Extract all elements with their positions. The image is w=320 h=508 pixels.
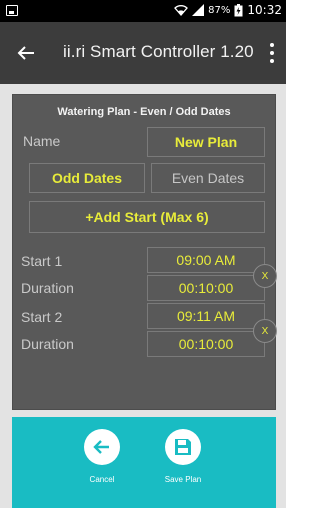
duration-1-field[interactable]: 00:10:00: [147, 275, 265, 301]
start-2-time-field[interactable]: 09:11 AM: [147, 303, 265, 329]
clock: 10:32: [247, 3, 282, 17]
name-label: Name: [23, 133, 61, 149]
duration-2-field[interactable]: 00:10:00: [147, 331, 265, 357]
app-bar: ii.ri Smart Controller 1.20: [0, 22, 286, 84]
content-frame: Watering Plan - Even / Odd Dates Name Ne…: [0, 84, 286, 508]
cancel-label: Cancel: [89, 475, 115, 484]
wifi-icon: [174, 5, 189, 16]
save-plan-label: Save Plan: [164, 475, 202, 484]
start-1-label: Start 1: [21, 253, 63, 269]
action-bar: Cancel Save Plan: [12, 417, 276, 508]
notification-image-icon: [6, 5, 18, 16]
plan-name-field[interactable]: New Plan: [147, 127, 265, 157]
signal-icon: [192, 4, 205, 16]
back-arrow-icon[interactable]: [16, 43, 36, 63]
cancel-circle[interactable]: [84, 429, 120, 465]
remove-start-1-button[interactable]: X: [253, 264, 277, 288]
status-bar: 87% 10:32: [0, 0, 286, 22]
remove-start-2-button[interactable]: X: [253, 319, 277, 343]
back-arrow-icon: [93, 440, 109, 454]
app-title: ii.ri Smart Controller 1.20: [63, 42, 254, 61]
start-2-label: Start 2: [21, 309, 63, 325]
duration-2-label: Duration: [21, 336, 74, 352]
start-1-time-field[interactable]: 09:00 AM: [147, 247, 265, 273]
odd-dates-button[interactable]: Odd Dates: [29, 163, 145, 193]
status-indicators: 87% 10:32: [174, 3, 282, 17]
add-start-button[interactable]: +Add Start (Max 6): [29, 201, 265, 233]
save-circle[interactable]: [165, 429, 201, 465]
duration-1-label: Duration: [21, 280, 74, 296]
even-dates-button[interactable]: Even Dates: [151, 163, 265, 193]
battery-percent: 87%: [208, 4, 231, 16]
watering-plan-panel: Watering Plan - Even / Odd Dates Name Ne…: [12, 94, 277, 410]
save-disk-icon: [175, 439, 191, 455]
panel-title: Watering Plan - Even / Odd Dates: [57, 106, 231, 118]
battery-icon: [234, 3, 243, 16]
cancel-button[interactable]: Cancel: [72, 429, 132, 484]
overflow-menu-icon[interactable]: [268, 41, 276, 65]
save-plan-button[interactable]: Save Plan: [153, 429, 213, 484]
